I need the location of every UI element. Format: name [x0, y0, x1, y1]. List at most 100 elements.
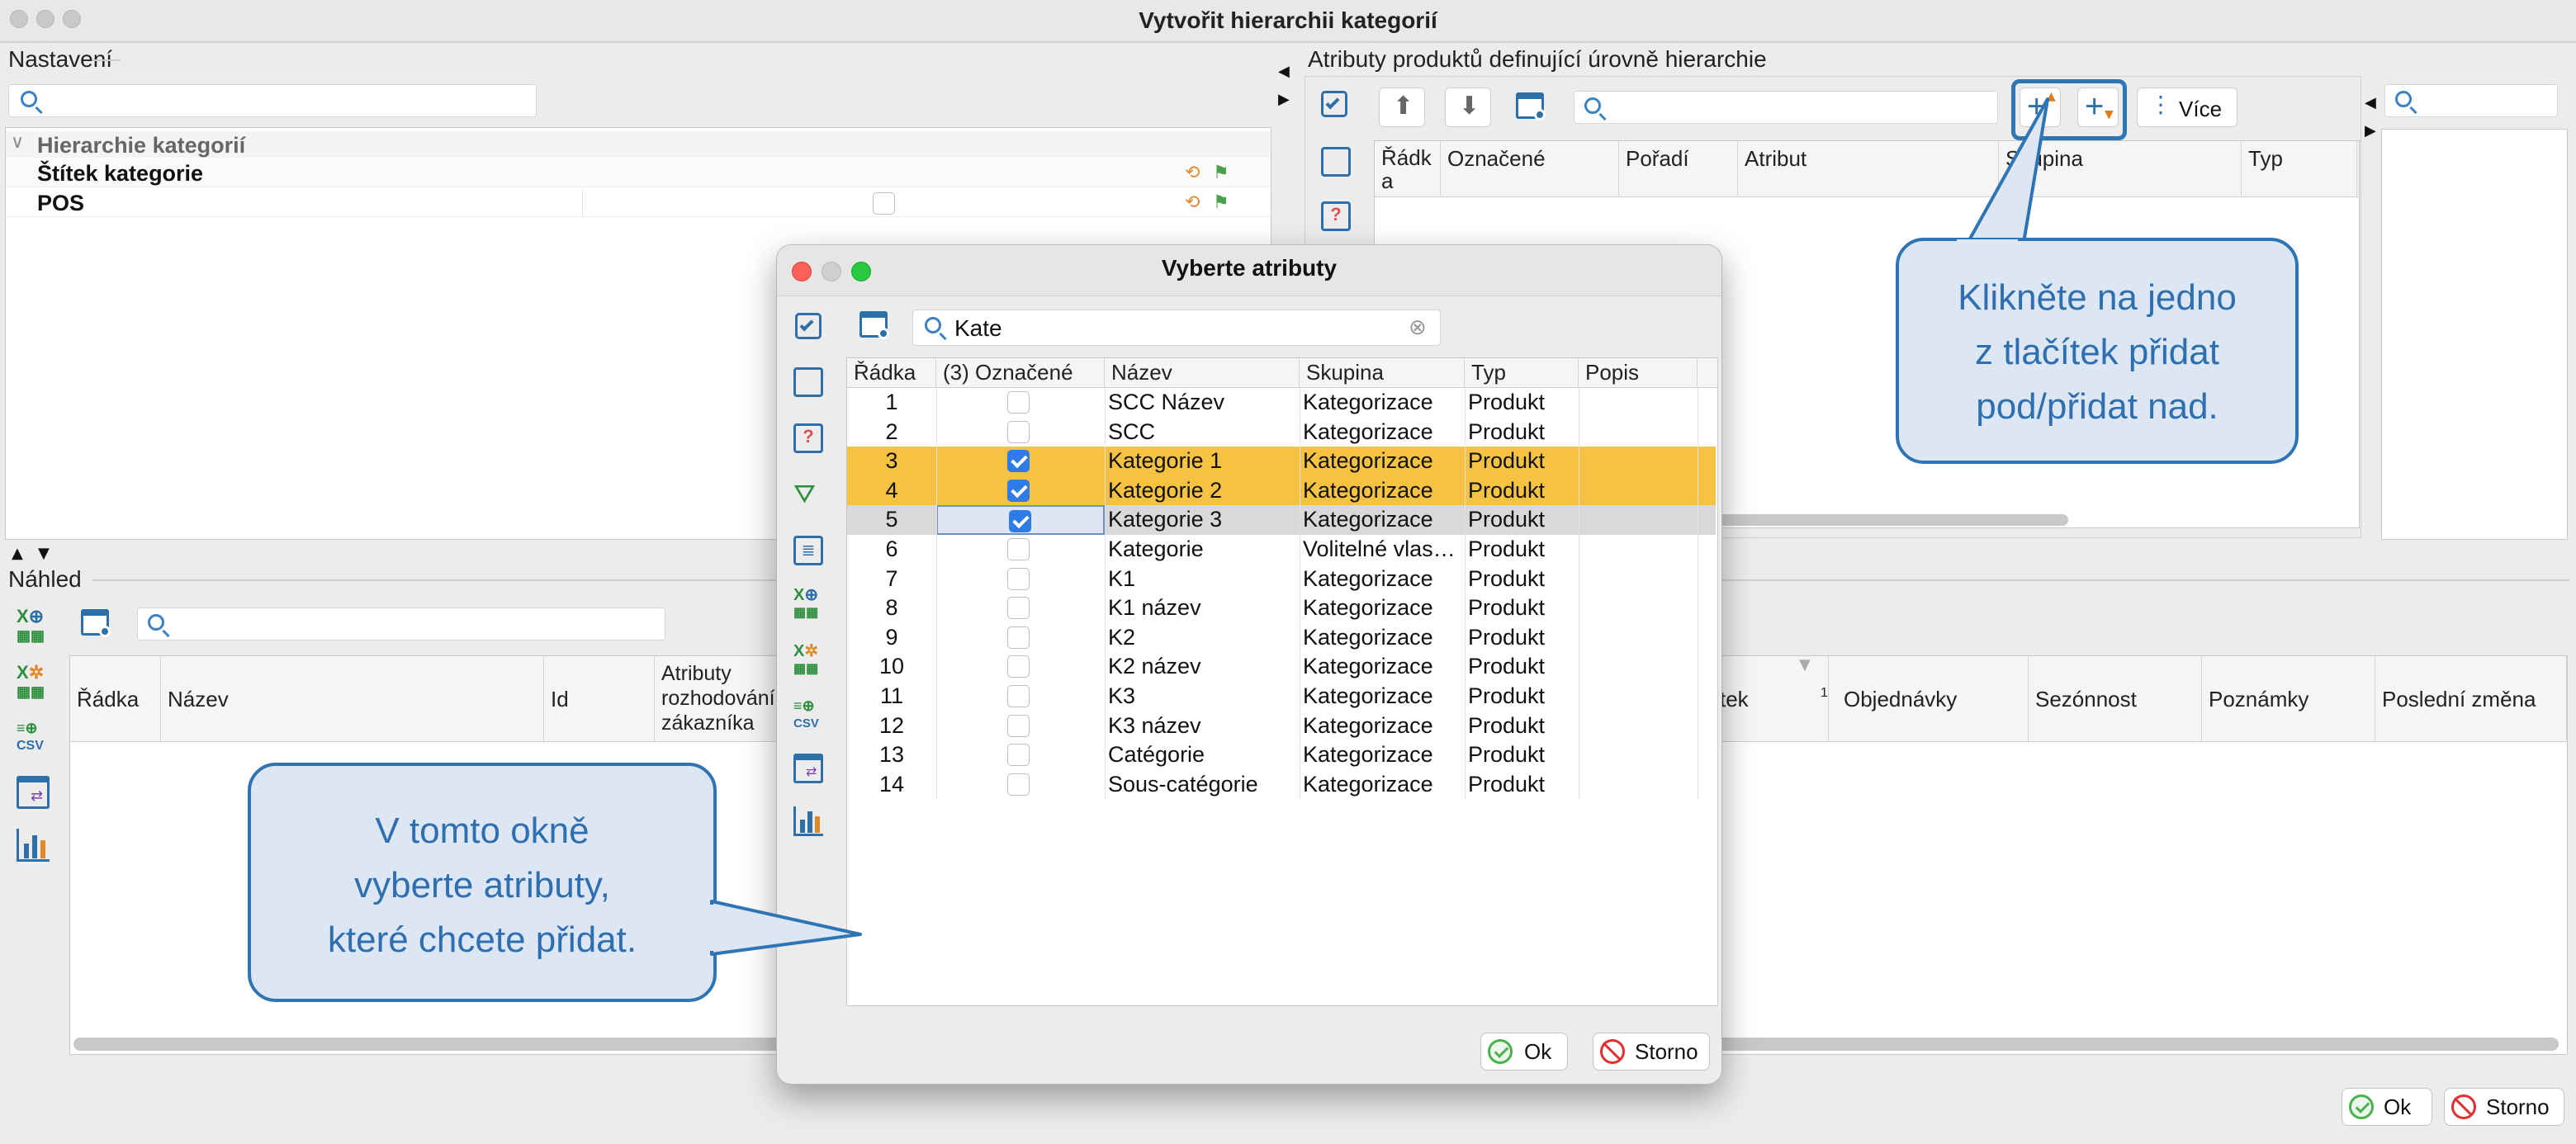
help-icon[interactable]: ?	[793, 423, 823, 453]
table-row[interactable]: 2 SCC Kategorizace Produkt	[847, 417, 1716, 447]
row-checkbox[interactable]	[1007, 538, 1030, 560]
table-row[interactable]: 5 Kategorie 3 Kategorizace Produkt	[847, 505, 1716, 535]
table-row[interactable]: 11 K3 Kategorizace Produkt	[847, 682, 1716, 711]
table-settings-icon[interactable]	[81, 609, 112, 641]
excel-export-icon[interactable]: X✲ ▦▦	[17, 664, 53, 701]
chart-icon[interactable]	[793, 806, 823, 836]
move-down-button[interactable]: ⬇	[1445, 87, 1491, 127]
table-row[interactable]: 8 K1 název Kategorizace Produkt	[847, 593, 1716, 623]
preview-search-input[interactable]	[137, 607, 665, 641]
col-header[interactable]: Skupina	[1300, 358, 1465, 387]
table-row[interactable]: 1 SCC Název Kategorizace Produkt	[847, 388, 1716, 418]
cancel-button[interactable]: Storno	[2444, 1088, 2564, 1126]
col-header[interactable]: (3) Označené	[936, 358, 1105, 387]
col-header[interactable]: Řádk a	[1375, 141, 1441, 196]
help-icon[interactable]: ?	[1321, 201, 1351, 231]
col-header[interactable]: Typ	[2242, 141, 2357, 196]
row-checkbox[interactable]	[1007, 479, 1030, 502]
refresh-icon[interactable]: ⟲	[1185, 163, 1200, 183]
table-settings-icon[interactable]	[1516, 92, 1547, 124]
row-checkbox[interactable]	[1007, 420, 1030, 443]
col-header[interactable]: Označené	[1441, 141, 1619, 196]
clear-search-icon[interactable]: ⊗	[1409, 315, 1427, 340]
row-checked-cell[interactable]	[936, 535, 1105, 565]
col-header[interactable]: Poznámky	[2202, 656, 2375, 741]
ok-button[interactable]: Ok	[2342, 1088, 2432, 1126]
col-header[interactable]: Id	[544, 656, 655, 741]
table-row[interactable]: 3 Kategorie 1 Kategorizace Produkt	[847, 447, 1716, 476]
excel-import-icon[interactable]: X⊕ ▦▦	[17, 607, 53, 645]
row-checkbox[interactable]	[1007, 567, 1030, 590]
collapse-left-icon[interactable]: ◀	[1278, 63, 1290, 80]
dialog-ok-button[interactable]: Ok	[1480, 1033, 1568, 1071]
table-transfer-icon[interactable]: ⇄	[17, 776, 50, 809]
expand-right-icon[interactable]: ▶	[2365, 122, 2376, 139]
excel-export-icon[interactable]: X✲ ▦▦	[793, 643, 826, 679]
col-header[interactable]: Řádka	[847, 358, 936, 387]
col-header[interactable]: Pořadí	[1619, 141, 1738, 196]
flag-icon[interactable]: ⚑	[1213, 192, 1229, 213]
add-below-button[interactable]: + ▼	[2077, 87, 2119, 127]
check-all-icon[interactable]	[1318, 87, 1354, 124]
row-checkbox[interactable]	[1007, 597, 1030, 620]
flag-icon[interactable]: ⚑	[1213, 163, 1229, 183]
csv-export-icon[interactable]: ≡⊕ CSV	[793, 697, 826, 734]
list-icon[interactable]: ≣	[793, 536, 823, 565]
row-checked-cell[interactable]	[936, 565, 1105, 594]
row-checkbox[interactable]	[1007, 655, 1030, 678]
row-checked-cell[interactable]	[936, 476, 1105, 506]
tree-item-stitek[interactable]: Štítek kategorie ⟲ ⚑	[6, 159, 1271, 187]
table-row[interactable]: 6 Kategorie Volitelné vlas… Produkt	[847, 535, 1716, 565]
row-checked-cell[interactable]	[936, 623, 1105, 653]
filter-icon[interactable]: ⛛	[793, 478, 816, 510]
chart-icon[interactable]	[17, 829, 50, 862]
row-checked-cell[interactable]	[936, 740, 1105, 770]
more-button[interactable]: ⋮ Více	[2137, 87, 2237, 127]
row-checked-cell[interactable]	[936, 593, 1105, 623]
pos-checkbox[interactable]	[873, 192, 895, 215]
csv-export-icon[interactable]: ≡⊕ CSV	[17, 720, 53, 756]
row-checkbox[interactable]	[1007, 685, 1030, 707]
table-row[interactable]: 13 Catégorie Kategorizace Produkt	[847, 740, 1716, 770]
dialog-search-input[interactable]: Kate ⊗	[912, 310, 1441, 346]
table-settings-icon[interactable]	[859, 311, 891, 343]
row-checked-cell[interactable]	[936, 418, 1105, 447]
col-header[interactable]: Poslední změna	[2375, 656, 2567, 741]
col-header[interactable]: Řádka	[70, 656, 161, 741]
col-header[interactable]: Název	[161, 656, 544, 741]
table-row[interactable]: 4 Kategorie 2 Kategorizace Produkt	[847, 475, 1716, 506]
table-row[interactable]: 14 Sous-catégorie Kategorizace Produkt	[847, 769, 1716, 800]
row-checkbox[interactable]	[1007, 744, 1030, 767]
sort-desc-icon[interactable]: ▼	[1799, 656, 1811, 674]
row-checkbox[interactable]	[1007, 773, 1030, 796]
row-checkbox[interactable]	[1007, 714, 1030, 737]
col-header[interactable]: Popis	[1579, 358, 1698, 387]
right-search-input[interactable]	[2384, 84, 2558, 117]
copy-icon[interactable]	[793, 367, 823, 397]
copy-icon[interactable]	[1321, 147, 1351, 177]
settings-search-input[interactable]	[8, 84, 537, 117]
table-row[interactable]: 7 K1 Kategorizace Produkt	[847, 564, 1716, 594]
excel-import-icon[interactable]: X⊕ ▦▦	[793, 587, 826, 623]
row-checkbox[interactable]	[1007, 391, 1030, 414]
row-checked-cell[interactable]	[936, 388, 1105, 418]
expand-right-icon[interactable]: ▶	[1278, 91, 1290, 108]
chevron-down-icon[interactable]: ∨	[11, 131, 24, 153]
move-up-button[interactable]: ⬆	[1379, 87, 1425, 127]
row-checked-cell[interactable]	[936, 682, 1105, 711]
row-checked-cell[interactable]	[936, 505, 1105, 535]
tree-item-pos[interactable]: POS ⟲ ⚑	[6, 189, 1271, 217]
collapse-left-icon[interactable]: ◀	[2365, 94, 2376, 111]
dialog-cancel-button[interactable]: Storno	[1593, 1033, 1710, 1071]
row-checked-cell[interactable]	[936, 770, 1105, 800]
table-transfer-icon[interactable]: ⇄	[793, 754, 823, 783]
col-header[interactable]: Typ	[1465, 358, 1579, 387]
expand-down-icon[interactable]: ▼	[38, 545, 50, 562]
table-row[interactable]: 10 K2 název Kategorizace Produkt	[847, 652, 1716, 682]
row-checkbox[interactable]	[1009, 510, 1031, 533]
collapse-up-icon[interactable]: ▲	[12, 545, 23, 562]
col-header[interactable]: Objednávky	[1837, 656, 2029, 741]
col-header[interactable]: Název	[1105, 358, 1300, 387]
check-all-icon[interactable]	[793, 311, 823, 341]
row-checked-cell[interactable]	[936, 711, 1105, 741]
